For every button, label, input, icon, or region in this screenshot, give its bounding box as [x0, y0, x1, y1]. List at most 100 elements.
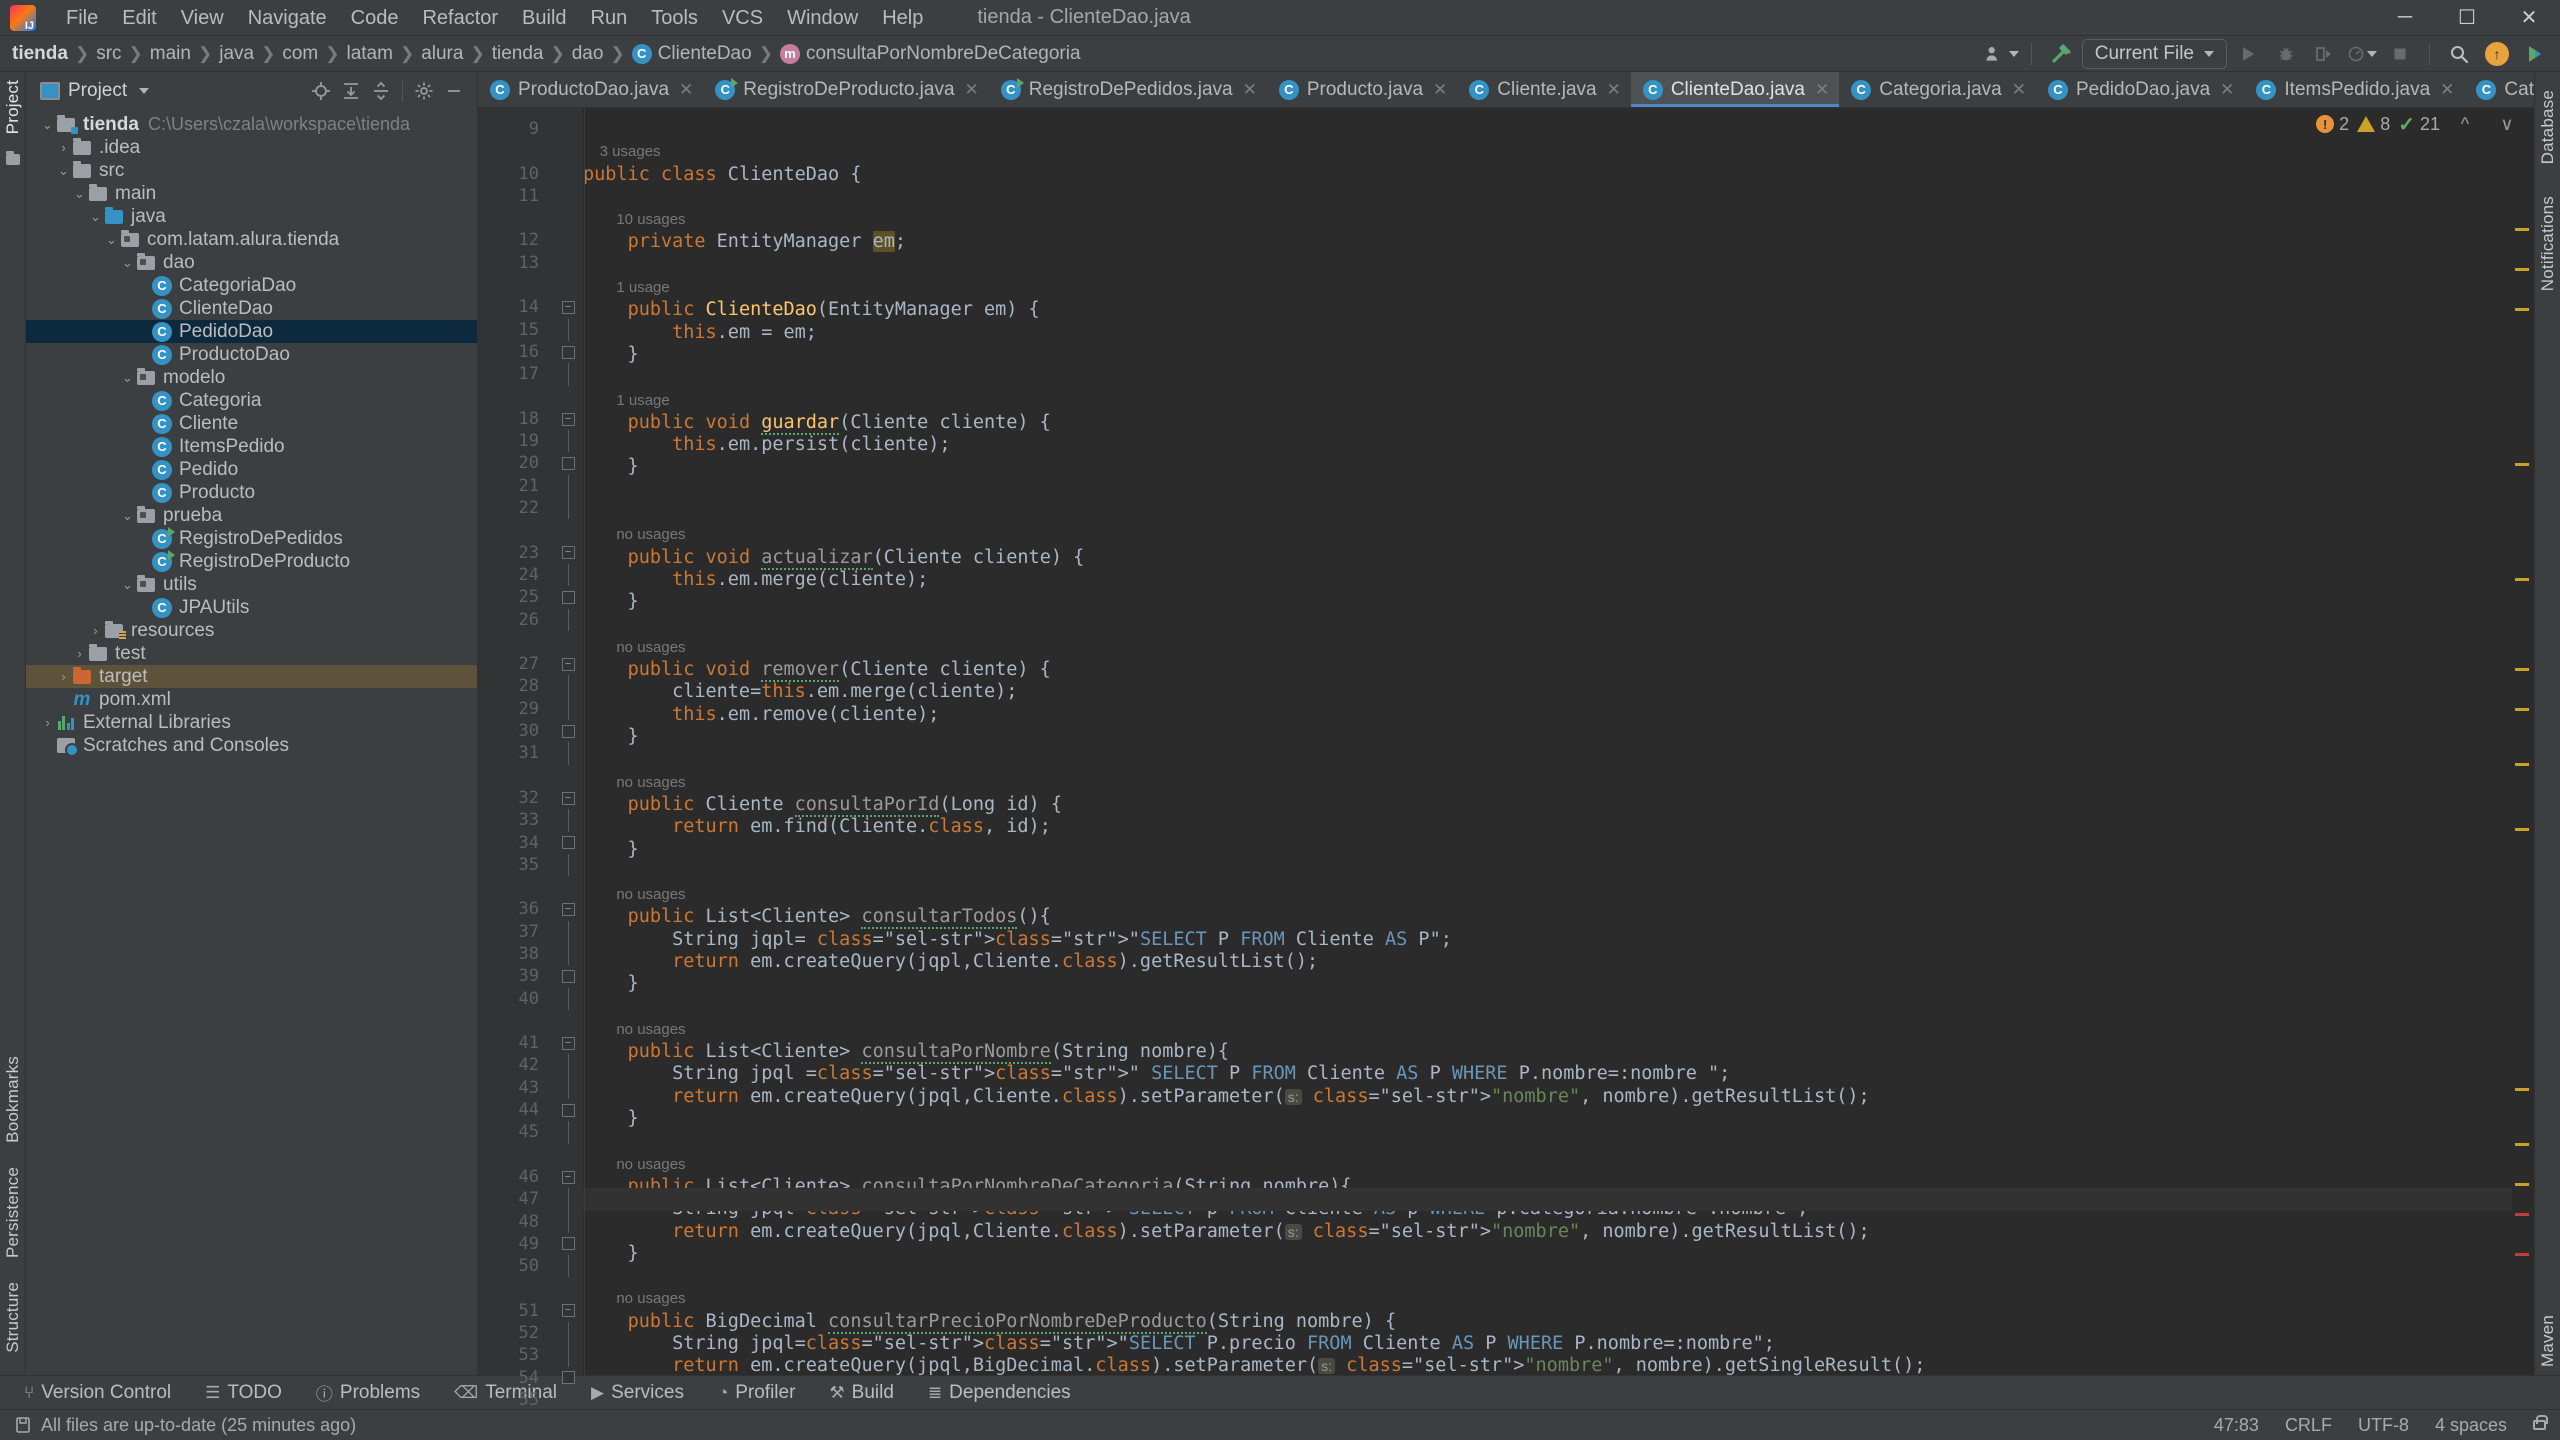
tree-expand-arrow-icon[interactable]: ⌄	[120, 577, 135, 593]
tree-node-java[interactable]: ⌄ java	[26, 205, 477, 228]
tree-node-itemspedido[interactable]: C ItemsPedido	[26, 435, 477, 458]
inspection-marker[interactable]	[2515, 1183, 2529, 1186]
fold-marker[interactable]	[553, 965, 583, 987]
next-occurrence-icon[interactable]: ∨	[2490, 109, 2524, 139]
run-configuration-selector[interactable]: Current File	[2081, 38, 2227, 69]
fold-collapse-icon[interactable]: −	[561, 657, 575, 671]
fold-marker[interactable]	[553, 1233, 583, 1255]
close-icon[interactable]: ✕	[1243, 80, 1257, 100]
tree-node-dao[interactable]: ⌄ dao	[26, 251, 477, 274]
fold-marker[interactable]	[553, 229, 583, 251]
fold-collapse-icon[interactable]: −	[561, 903, 575, 917]
fold-marker[interactable]	[553, 1099, 583, 1121]
code-editor[interactable]: 9 10 11 12 13 14 15 16 17 18 19 20 21 22 23 24 25 26 27 28 2…	[478, 108, 2534, 1410]
inspection-marker[interactable]	[2515, 228, 2529, 231]
passed-count[interactable]: ✓ 21	[2398, 112, 2440, 137]
breadcrumb-item-class[interactable]: C ClienteDao	[628, 43, 756, 65]
inspection-marker[interactable]	[2515, 1253, 2529, 1256]
tool-window-bar[interactable]: ⑂ Version Control ☰ TODO ⓘ Problems ⌫ Terminal ▶…	[0, 1375, 2560, 1409]
debug-icon[interactable]	[2269, 39, 2303, 69]
fold-marker[interactable]: −	[553, 1300, 583, 1322]
menu-view[interactable]: View	[169, 0, 236, 36]
inspection-marker[interactable]	[2515, 708, 2529, 711]
code-folding-gutter[interactable]: − − − − − − − − −	[553, 108, 583, 1385]
menu-code[interactable]: Code	[339, 0, 411, 36]
tool-window-profiler[interactable]: ◔ Profiler	[714, 1380, 799, 1406]
fold-marker[interactable]	[553, 1389, 583, 1411]
fold-marker[interactable]	[553, 1344, 583, 1367]
editor-tab-categoria[interactable]: C Categoria.java ✕	[1839, 72, 2036, 107]
update-available-icon[interactable]: ↑	[2480, 39, 2514, 69]
tree-node-main[interactable]: ⌄ main	[26, 182, 477, 205]
fold-marker[interactable]: −	[553, 1032, 583, 1054]
tree-expand-arrow-icon[interactable]: ⌄	[120, 255, 135, 271]
close-icon[interactable]: ✕	[1815, 80, 1829, 100]
read-write-lock-icon[interactable]	[2533, 1415, 2548, 1430]
fold-marker[interactable]	[553, 118, 583, 140]
fold-end-icon[interactable]	[561, 1237, 575, 1251]
fold-end-icon[interactable]	[561, 1103, 575, 1117]
fold-end-icon[interactable]	[561, 345, 575, 359]
close-icon[interactable]: ✕	[679, 80, 693, 100]
rail-item-project[interactable]: Project	[3, 72, 23, 142]
fold-marker[interactable]	[553, 318, 583, 341]
editor-tab-pedidodao[interactable]: C PedidoDao.java ✕	[2036, 72, 2244, 107]
fold-end-icon[interactable]	[561, 590, 575, 604]
rail-item-bookmarks[interactable]: Bookmarks	[3, 1048, 23, 1151]
fold-end-icon[interactable]	[561, 457, 575, 471]
warning-count[interactable]: 8	[2357, 114, 2390, 135]
close-icon[interactable]: ✕	[2012, 80, 2026, 100]
collapse-all-icon[interactable]	[366, 77, 396, 105]
fold-marker[interactable]	[553, 765, 583, 787]
fold-marker[interactable]	[553, 563, 583, 587]
inspection-marker-strip[interactable]	[2512, 108, 2534, 1375]
close-icon[interactable]: ✕	[2220, 80, 2234, 100]
fold-marker[interactable]: −	[553, 408, 583, 430]
fold-marker[interactable]: −	[553, 898, 583, 920]
close-icon[interactable]: ✕	[2440, 80, 2454, 100]
rail-item-structure[interactable]: Structure	[3, 1274, 23, 1361]
fold-marker[interactable]	[553, 1255, 583, 1278]
inspection-marker[interactable]	[2515, 463, 2529, 466]
line-separator[interactable]: CRLF	[2285, 1415, 2332, 1436]
tree-node-registrodeproducto[interactable]: C RegistroDeProducto	[26, 549, 477, 573]
fold-marker[interactable]	[553, 207, 583, 229]
fold-marker[interactable]	[553, 474, 583, 498]
editor-tab-itemspedido[interactable]: C ItemsPedido.java ✕	[2244, 72, 2464, 107]
tree-node-external-libraries[interactable]: › External Libraries	[26, 711, 477, 734]
tree-node-categoriadao[interactable]: C CategoriaDao	[26, 274, 477, 297]
chevron-down-icon[interactable]	[139, 88, 150, 94]
fold-marker[interactable]	[553, 942, 583, 966]
rail-item-notifications[interactable]: Notifications	[2538, 188, 2558, 299]
inspection-marker[interactable]	[2515, 1213, 2529, 1216]
tree-node-prueba[interactable]: ⌄ prueba	[26, 504, 477, 527]
tool-window-services[interactable]: ▶ Services	[587, 1380, 688, 1406]
breadcrumb-item-src[interactable]: src	[92, 43, 125, 65]
menu-build[interactable]: Build	[510, 0, 578, 36]
editor-tab-registrodepedidos[interactable]: C RegistroDePedidos.java ✕	[989, 72, 1267, 107]
inspection-marker[interactable]	[2515, 1088, 2529, 1091]
fold-marker[interactable]	[553, 720, 583, 742]
tree-node-target[interactable]: › target	[26, 665, 477, 688]
error-count[interactable]: ! 2	[2316, 114, 2349, 135]
menu-tools[interactable]: Tools	[639, 0, 710, 36]
fold-marker[interactable]	[553, 1322, 583, 1345]
tree-node-pedidodao[interactable]: C PedidoDao	[26, 320, 477, 343]
fold-marker[interactable]	[553, 608, 583, 631]
fold-collapse-icon[interactable]: −	[561, 301, 575, 315]
fold-marker[interactable]	[553, 631, 583, 653]
fold-marker[interactable]: −	[553, 1166, 583, 1188]
tree-expand-arrow-icon[interactable]: ›	[40, 715, 55, 730]
search-everywhere-icon[interactable]	[2442, 39, 2476, 69]
menu-edit[interactable]: Edit	[110, 0, 168, 36]
fold-marker[interactable]: −	[553, 787, 583, 809]
inspection-widget[interactable]: ! 2 8 ✓ 21 ^ ∨	[2316, 108, 2534, 140]
fold-marker[interactable]	[553, 452, 583, 474]
tree-expand-arrow-icon[interactable]: ›	[56, 140, 71, 155]
fold-marker[interactable]	[553, 876, 583, 898]
fold-collapse-icon[interactable]: −	[561, 1170, 575, 1184]
code-content[interactable]: 3 usages public class ClienteDao { 10 us…	[583, 108, 2512, 1375]
fold-end-icon[interactable]	[561, 969, 575, 983]
ide-notifications-icon[interactable]	[2518, 39, 2552, 69]
tree-node-clientedao[interactable]: C ClienteDao	[26, 297, 477, 320]
